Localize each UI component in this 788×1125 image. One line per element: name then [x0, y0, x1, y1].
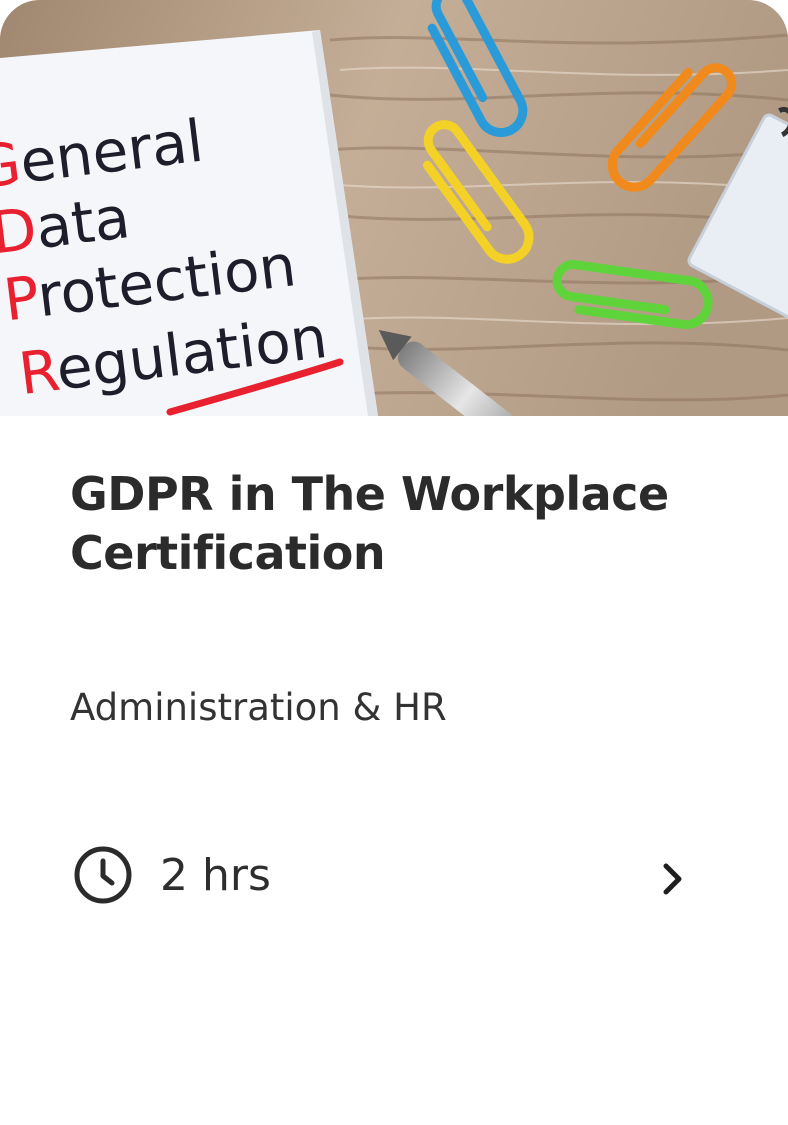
open-course-button[interactable] — [650, 856, 696, 902]
duration-text: 2 hrs — [160, 849, 271, 901]
gdpr-thumbnail-image: General Data Protection Regulation — [0, 0, 788, 416]
course-title[interactable]: GDPR in The Workplace Certification — [70, 465, 750, 583]
course-thumbnail: General Data Protection Regulation — [0, 0, 788, 416]
course-category: Administration & HR — [70, 686, 447, 729]
clock-icon — [74, 846, 132, 904]
course-card[interactable]: General Data Protection Regulation GDPR … — [0, 0, 788, 1125]
chevron-right-icon — [663, 863, 682, 895]
course-duration: 2 hrs — [72, 844, 271, 906]
